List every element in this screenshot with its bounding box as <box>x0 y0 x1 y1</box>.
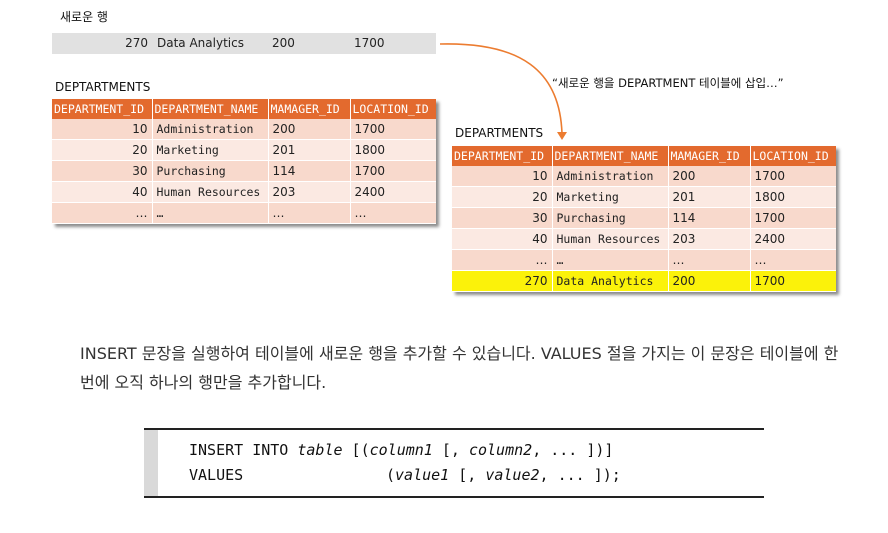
cell-id: 40 <box>52 181 153 203</box>
cell-manager: 200 <box>668 166 751 187</box>
inserted-row: 270 Data Analytics 200 1700 <box>452 270 836 292</box>
cell-id: 20 <box>452 186 553 208</box>
syntax-line-2-values: (value1 [, value2, ... ]); <box>386 466 621 484</box>
header-location-id: LOCATION_ID <box>750 146 836 166</box>
cell-name: Data Analytics <box>552 270 669 292</box>
header-manager-id: MAMAGER_ID <box>668 146 751 166</box>
cell-manager: 114 <box>668 207 751 229</box>
cell-location: 1700 <box>750 166 836 187</box>
cell-manager: … <box>268 202 351 224</box>
description-text: INSERT 문장을 실행하여 테이블에 새로운 행을 추가할 수 있습니다. … <box>80 344 839 392</box>
table-row: 20 Marketing 201 1800 <box>52 139 436 161</box>
cell-id: 20 <box>52 139 153 161</box>
header-department-id: DEPARTMENT_ID <box>52 99 153 119</box>
cell-manager: … <box>668 249 751 271</box>
cell-manager: 201 <box>668 186 751 208</box>
cell-id: 30 <box>452 207 553 229</box>
table-row: 30 Purchasing 114 1700 <box>52 160 436 182</box>
cell-location: 1700 <box>350 160 436 182</box>
cell-name: Human Resources <box>552 228 669 250</box>
cell-location: … <box>350 202 436 224</box>
cell-name: Administration <box>152 119 269 140</box>
cell-location: 1800 <box>750 186 836 208</box>
syntax-box: INSERT INTO table [(column1 [, column2, … <box>144 428 764 498</box>
cell-id: 270 <box>452 270 553 292</box>
syntax-line-1: INSERT INTO table [(column1 [, column2, … <box>189 441 614 459</box>
cell-name: … <box>152 202 269 224</box>
header-department-name: DEPARTMENT_NAME <box>152 99 269 119</box>
cell-id: … <box>452 249 553 271</box>
header-location-id: LOCATION_ID <box>350 99 436 119</box>
table-row: 10 Administration 200 1700 <box>452 166 836 187</box>
cell-location: 1700 <box>350 119 436 140</box>
departments-table-before: DEPARTMENT_ID DEPARTMENT_NAME MAMAGER_ID… <box>52 99 436 224</box>
table-row: 40 Human Resources 203 2400 <box>52 181 436 203</box>
table-row: 20 Marketing 201 1800 <box>452 186 836 208</box>
cell-id: 40 <box>452 228 553 250</box>
insert-callout: “새로운 행을 DEPARTMENT 테이블에 삽입…” <box>552 76 784 90</box>
table-row: 40 Human Resources 203 2400 <box>452 228 836 250</box>
cell-manager: 201 <box>268 139 351 161</box>
table-row: … … … … <box>52 202 436 224</box>
cell-manager: 203 <box>668 228 751 250</box>
cell-manager: 203 <box>268 181 351 203</box>
table-row: 30 Purchasing 114 1700 <box>452 207 836 229</box>
cell-location: 1800 <box>350 139 436 161</box>
left-table-title: DEPTARTMENTS <box>55 80 151 94</box>
syntax-box-bar <box>144 430 158 496</box>
departments-table-after: DEPARTMENT_ID DEPARTMENT_NAME MAMAGER_ID… <box>452 146 836 292</box>
cell-name: Purchasing <box>552 207 669 229</box>
right-table-title: DEPARTMENTS <box>455 126 544 140</box>
cell-id: 10 <box>52 119 153 140</box>
cell-location: 2400 <box>350 181 436 203</box>
cell-name: Marketing <box>152 139 269 161</box>
table-row: … … … … <box>452 249 836 271</box>
cell-location: 1700 <box>750 207 836 229</box>
cell-name: Administration <box>552 166 669 187</box>
cell-name: Purchasing <box>152 160 269 182</box>
cell-manager: 200 <box>668 270 751 292</box>
cell-id: 30 <box>52 160 153 182</box>
cell-id: 10 <box>452 166 553 187</box>
cell-name: Human Resources <box>152 181 269 203</box>
cell-manager: 114 <box>268 160 351 182</box>
header-department-id: DEPARTMENT_ID <box>452 146 553 166</box>
header-department-name: DEPARTMENT_NAME <box>552 146 669 166</box>
cell-location: 2400 <box>750 228 836 250</box>
cell-location: 1700 <box>750 270 836 292</box>
cell-location: … <box>750 249 836 271</box>
cell-manager: 200 <box>268 119 351 140</box>
syntax-line-2: VALUES <box>189 466 244 484</box>
header-manager-id: MAMAGER_ID <box>268 99 351 119</box>
cell-id: … <box>52 202 153 224</box>
cell-name: … <box>552 249 669 271</box>
table-row: 10 Administration 200 1700 <box>52 119 436 140</box>
cell-name: Marketing <box>552 186 669 208</box>
